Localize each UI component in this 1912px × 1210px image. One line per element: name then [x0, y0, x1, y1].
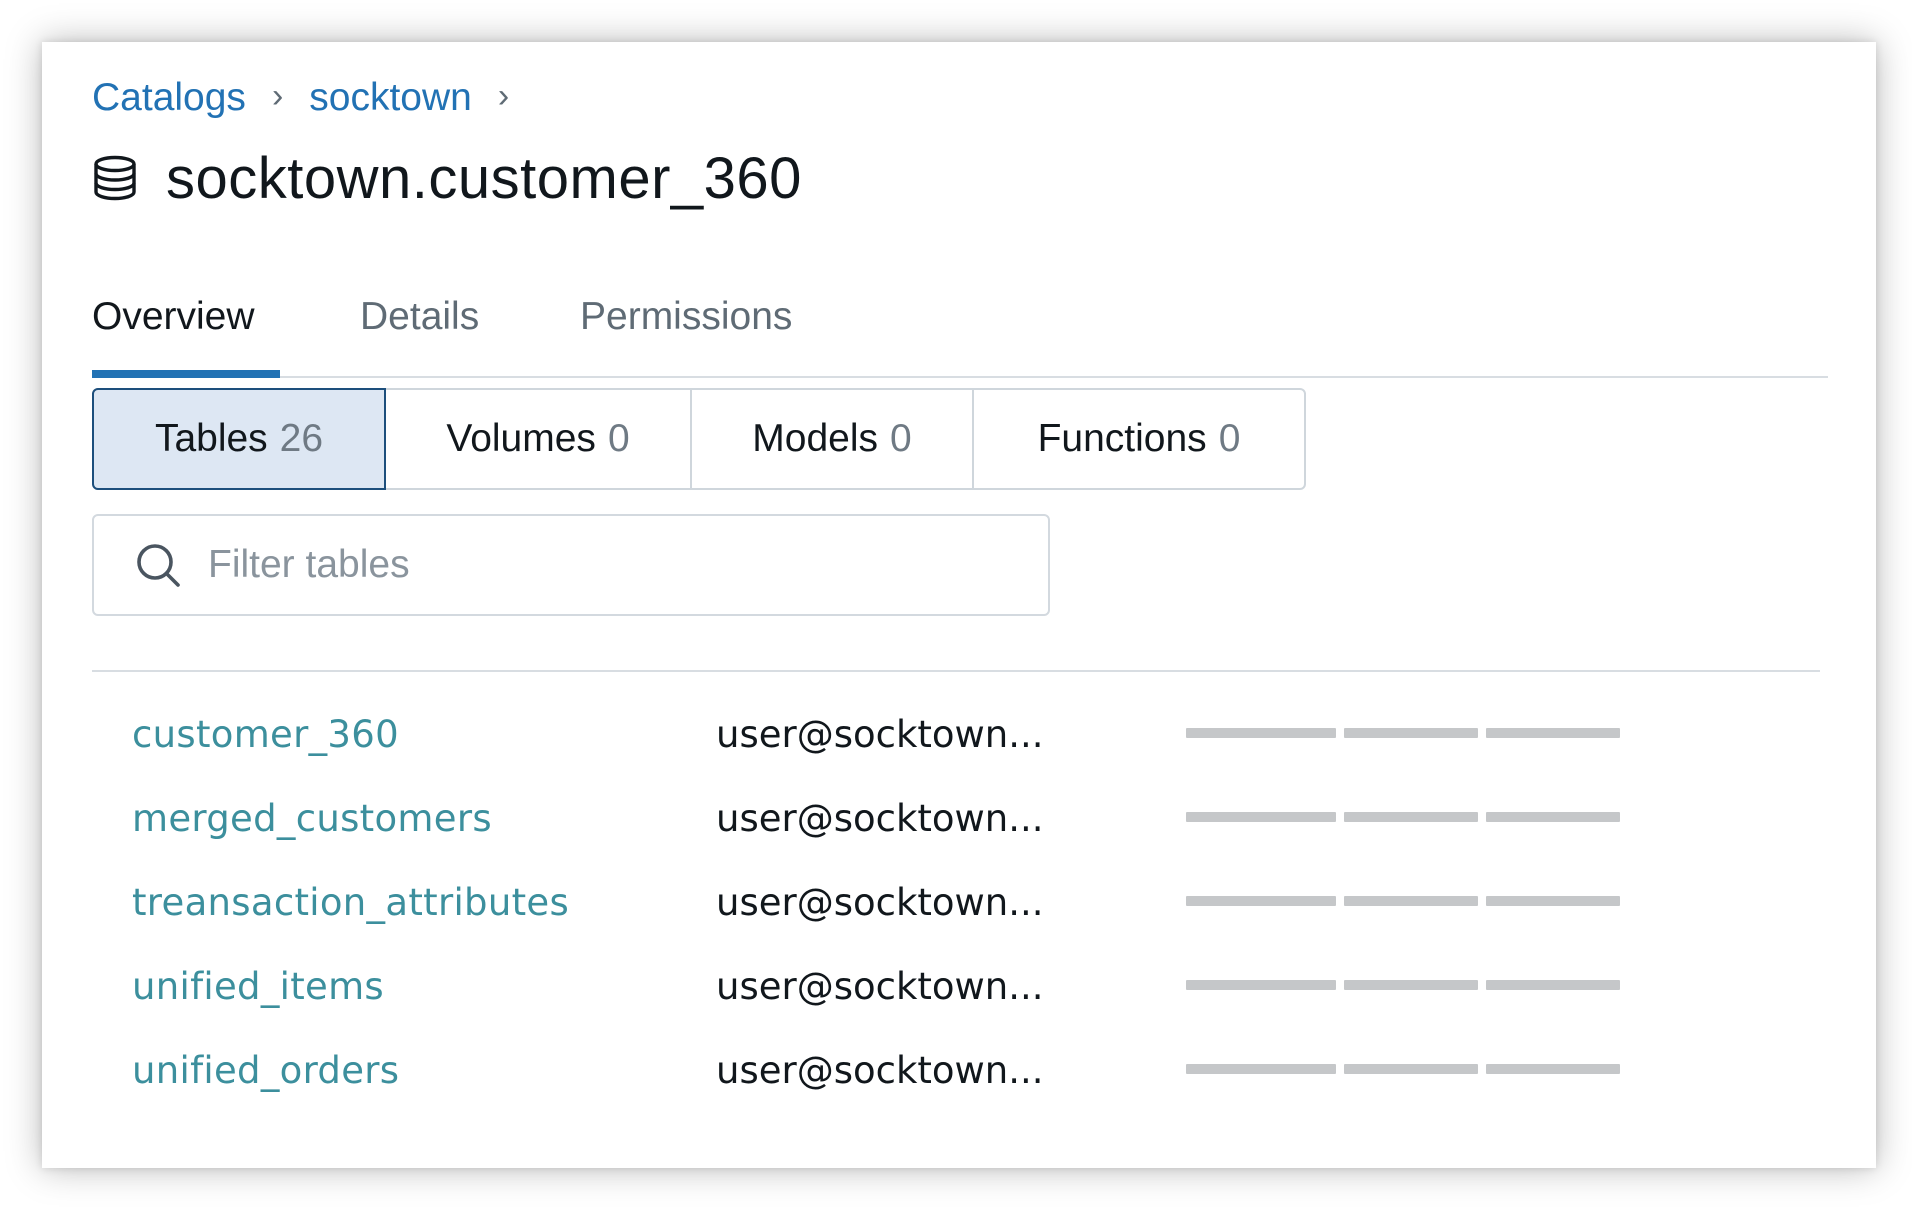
tab-overview-label: Overview	[92, 295, 255, 338]
segment-tables[interactable]: Tables 26	[92, 388, 386, 490]
placeholder-bar	[1186, 812, 1336, 822]
tab-permissions-label: Permissions	[580, 295, 793, 338]
placeholder-bars	[1186, 896, 1626, 906]
placeholder-bar	[1486, 1064, 1620, 1074]
table-row: unified_orders user@socktown...	[42, 1028, 1876, 1112]
tab-overview[interactable]: Overview	[92, 292, 255, 354]
schema-panel: Catalogs › socktown › socktown.customer_…	[42, 42, 1876, 1168]
table-row: unified_items user@socktown...	[42, 944, 1876, 1028]
segment-functions-count: 0	[1218, 417, 1241, 460]
table-owner: user@socktown...	[716, 1048, 1044, 1092]
placeholder-bars	[1186, 728, 1626, 738]
tab-details-label: Details	[360, 295, 480, 338]
placeholder-bar	[1486, 812, 1620, 822]
tab-details[interactable]: Details	[360, 292, 479, 354]
table-row: customer_360 user@socktown...	[42, 692, 1876, 776]
tab-permissions[interactable]: Permissions	[580, 292, 792, 354]
table-name-link[interactable]: treansaction_attributes	[132, 881, 569, 924]
placeholder-bar	[1344, 980, 1478, 990]
database-icon	[92, 155, 138, 201]
page-header: socktown.customer_360	[92, 138, 802, 218]
list-divider	[92, 670, 1820, 672]
placeholder-bars	[1186, 980, 1626, 990]
segment-functions[interactable]: Functions 0	[974, 390, 1304, 488]
placeholder-bar	[1344, 896, 1478, 906]
segment-models[interactable]: Models 0	[692, 390, 974, 488]
placeholder-bars	[1186, 1064, 1626, 1074]
segment-models-label: Models	[752, 417, 879, 460]
tab-bar: Overview Details Permissions	[92, 270, 1828, 378]
placeholder-bar	[1186, 980, 1336, 990]
table-owner: user@socktown...	[716, 712, 1044, 756]
breadcrumb-socktown-link[interactable]: socktown	[309, 76, 472, 120]
segment-volumes[interactable]: Volumes 0	[386, 390, 692, 488]
filter-tables-field[interactable]	[92, 514, 1050, 616]
table-owner: user@socktown...	[716, 964, 1044, 1008]
placeholder-bar	[1344, 1064, 1478, 1074]
breadcrumb: Catalogs › socktown ›	[92, 70, 535, 126]
table-name-link[interactable]: customer_360	[132, 713, 399, 756]
table-row: treansaction_attributes user@socktown...	[42, 860, 1876, 944]
search-icon	[134, 541, 182, 589]
breadcrumb-separator: ›	[271, 76, 284, 115]
placeholder-bar	[1344, 812, 1478, 822]
placeholder-bar	[1486, 728, 1620, 738]
segment-volumes-label: Volumes	[446, 417, 596, 460]
table-name-link[interactable]: merged_customers	[132, 797, 492, 840]
breadcrumb-catalogs-link[interactable]: Catalogs	[92, 76, 246, 120]
table-owner: user@socktown...	[716, 796, 1044, 840]
filter-tables-input[interactable]	[208, 543, 968, 587]
table-owner: user@socktown...	[716, 880, 1044, 924]
active-tab-indicator	[92, 370, 280, 378]
segment-tables-label: Tables	[154, 417, 268, 460]
screenshot-background: Catalogs › socktown › socktown.customer_…	[0, 0, 1912, 1210]
asset-type-selector: Tables 26 Volumes 0 Models 0 Functions 0	[92, 388, 1306, 490]
segment-volumes-count: 0	[607, 417, 630, 460]
page-title: socktown.customer_360	[166, 145, 802, 211]
segment-functions-label: Functions	[1037, 417, 1207, 460]
placeholder-bars	[1186, 812, 1626, 822]
segment-models-count: 0	[890, 417, 912, 460]
placeholder-bar	[1486, 896, 1620, 906]
placeholder-bar	[1486, 980, 1620, 990]
breadcrumb-separator: ›	[497, 76, 510, 115]
table-name-link[interactable]: unified_orders	[132, 1049, 399, 1092]
table-name-link[interactable]: unified_items	[132, 965, 384, 1008]
placeholder-bar	[1186, 728, 1336, 738]
placeholder-bar	[1186, 896, 1336, 906]
placeholder-bar	[1344, 728, 1478, 738]
placeholder-bar	[1186, 1064, 1336, 1074]
table-row: merged_customers user@socktown...	[42, 776, 1876, 860]
segment-tables-count: 26	[279, 417, 324, 460]
